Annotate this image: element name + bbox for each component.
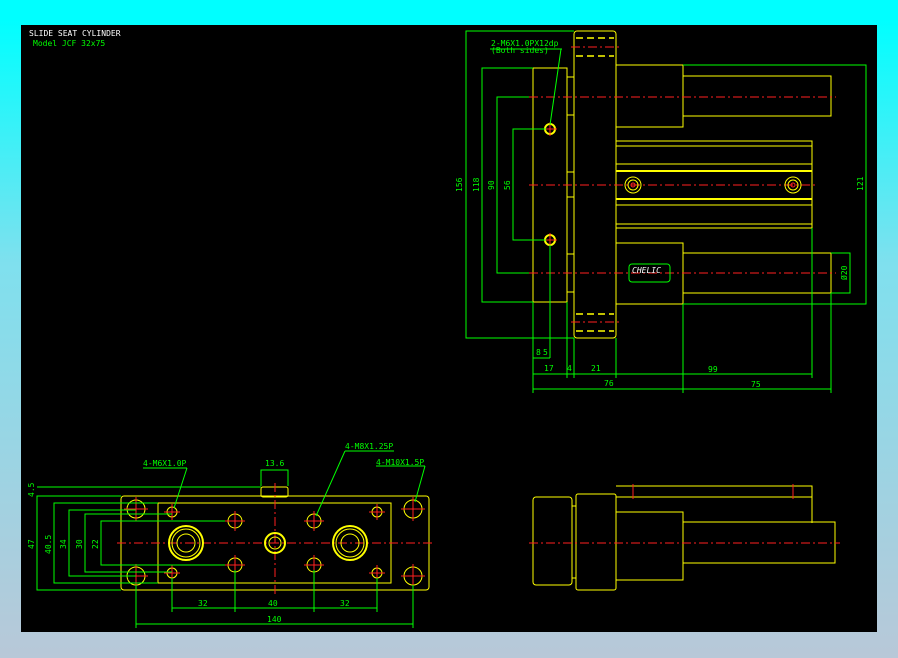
dimension-label: 17	[544, 364, 554, 373]
dimension-label: 21	[591, 364, 601, 373]
dimension-label: 76	[604, 379, 614, 388]
dimension-label: 90	[487, 180, 496, 190]
cad-drawing: SLIDE SEAT CYLINDER Model JCF 32x75 CHEL…	[21, 25, 877, 632]
dimension-label: 40.5	[44, 535, 53, 554]
dimension-label: 140	[267, 615, 282, 624]
logo-text: CHELIC	[632, 266, 661, 275]
callout-note: (Both sides)	[491, 46, 549, 55]
callout-m6: 4-M6X1.0P	[143, 459, 187, 468]
dimension-label: 47	[27, 539, 36, 549]
dimension-label: 8	[536, 348, 541, 357]
dimension-label: 40	[268, 599, 278, 608]
dimension-label: Ø20	[839, 265, 849, 280]
dimension-label: 121	[856, 176, 865, 191]
drawing-title: SLIDE SEAT CYLINDER	[29, 29, 121, 38]
callout-m10: 4-M10X1.5P	[376, 458, 424, 467]
dimension-label: 118	[472, 177, 481, 192]
dimension-label: 30	[75, 539, 84, 549]
dimension-label: 4	[567, 364, 572, 373]
dimension-label: 32	[198, 599, 208, 608]
model-label: Model JCF 32x75	[33, 39, 105, 48]
dimension-label: 156	[455, 177, 464, 192]
dimension-label: 99	[708, 365, 718, 374]
dimension-label: 32	[340, 599, 350, 608]
dimension-label: 75	[751, 380, 761, 389]
dimension-label: 34	[59, 539, 68, 549]
dimension-label: 13.6	[265, 459, 284, 468]
callout-m8: 4-M8X1.25P	[345, 442, 393, 451]
dimension-label: 4.5	[27, 482, 36, 497]
dimension-label: 22	[91, 539, 100, 549]
dimension-label: 56	[503, 180, 512, 190]
dimension-label: 5	[543, 348, 548, 357]
